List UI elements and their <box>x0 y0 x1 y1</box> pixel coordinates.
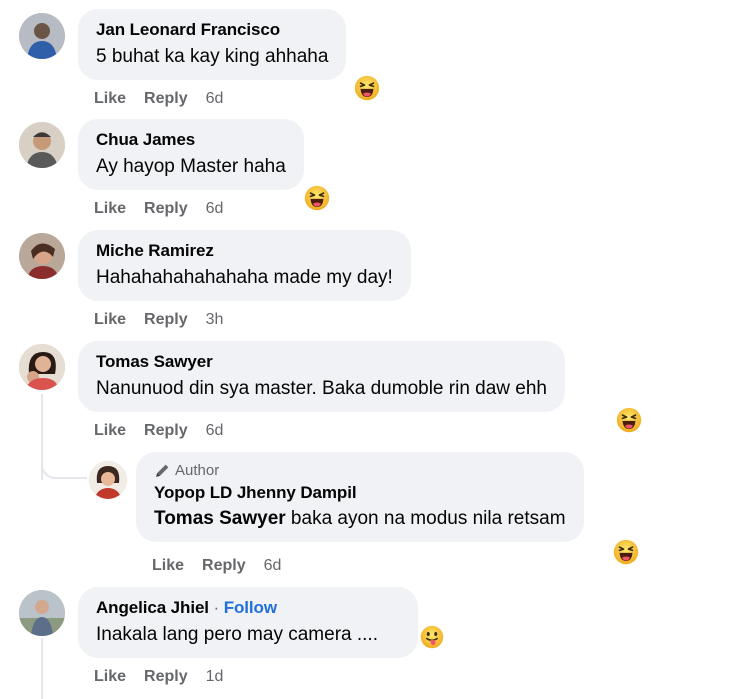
avatar[interactable] <box>19 344 65 390</box>
avatar[interactable] <box>89 461 127 499</box>
thread-line <box>41 638 43 699</box>
reply-link[interactable]: Reply <box>144 90 188 108</box>
timestamp[interactable]: 1d <box>206 668 224 686</box>
commenter-name[interactable]: Miche Ramirez <box>96 241 393 261</box>
timestamp[interactable]: 3h <box>206 311 224 329</box>
reply-link[interactable]: Reply <box>144 311 188 329</box>
like-link[interactable]: Like <box>94 311 126 329</box>
avatar[interactable] <box>19 122 65 168</box>
comment-actions: Like Reply 6d <box>94 200 223 218</box>
like-link[interactable]: Like <box>94 668 126 686</box>
comment-text: 5 buhat ka kay king ahhaha <box>96 46 329 67</box>
mention-link[interactable]: Tomas Sawyer <box>154 508 286 529</box>
comment-actions: Like Reply 6d <box>152 557 281 575</box>
avatar[interactable] <box>19 233 65 279</box>
comment-actions: Like Reply 1d <box>94 668 223 686</box>
commenter-name[interactable]: Jan Leonard Francisco <box>96 20 328 40</box>
comment-actions: Like Reply 6d <box>94 90 223 108</box>
like-link[interactable]: Like <box>94 90 126 108</box>
comment-text: Ay hayop Master haha <box>96 156 286 177</box>
reply-link[interactable]: Reply <box>144 200 188 218</box>
comment-bubble: Chua James Ay hayop Master haha <box>78 119 304 190</box>
comment-bubble: Miche Ramirez Hahahahahahahaha made my d… <box>78 230 411 301</box>
pencil-icon <box>154 462 171 479</box>
commenter-name[interactable]: Yopop LD Jhenny Dampil <box>154 483 566 503</box>
commenter-name[interactable]: Chua James <box>96 130 286 150</box>
timestamp[interactable]: 6d <box>264 557 282 575</box>
comment-text: Nanunuod din sya master. Baka dumoble ri… <box>96 378 547 399</box>
reply-link[interactable]: Reply <box>202 557 246 575</box>
timestamp[interactable]: 6d <box>206 200 224 218</box>
like-link[interactable]: Like <box>152 557 184 575</box>
author-badge: Author <box>154 462 566 479</box>
haha-emoji[interactable] <box>352 73 382 103</box>
comment-text: Inakala lang pero may camera .... <box>96 624 378 645</box>
comment-bubble: Jan Leonard Francisco 5 buhat ka kay kin… <box>78 9 347 80</box>
comment-bubble: Angelica Jhiel · Follow Inakala lang per… <box>78 587 418 658</box>
comment-bubble: Tomas Sawyer Nanunuod din sya master. Ba… <box>78 341 565 412</box>
author-label: Author <box>175 462 220 479</box>
comment-bubble: Author Yopop LD Jhenny Dampil Tomas Sawy… <box>136 452 584 542</box>
haha-emoji[interactable] <box>611 537 641 567</box>
timestamp[interactable]: 6d <box>206 422 224 440</box>
like-link[interactable]: Like <box>94 422 126 440</box>
reply-link[interactable]: Reply <box>144 668 188 686</box>
commenter-name[interactable]: Tomas Sawyer <box>96 352 547 372</box>
avatar[interactable] <box>19 590 65 636</box>
commenter-name-row: Angelica Jhiel · Follow <box>96 598 378 618</box>
haha-emoji[interactable] <box>302 183 332 213</box>
like-link[interactable]: Like <box>94 200 126 218</box>
comment-text: Tomas Sawyer baka ayon na modus nila ret… <box>154 508 566 530</box>
follow-link[interactable]: Follow <box>224 598 277 617</box>
comment-text-body: baka ayon na modus nila retsam <box>285 508 566 529</box>
comment-text: Hahahahahahahaha made my day! <box>96 267 393 288</box>
comment-actions: Like Reply 6d <box>94 422 223 440</box>
tongue-emoji[interactable] <box>418 623 446 651</box>
separator: · <box>208 598 224 617</box>
haha-emoji[interactable] <box>614 405 644 435</box>
comment-actions: Like Reply 3h <box>94 311 223 329</box>
reply-link[interactable]: Reply <box>144 422 188 440</box>
timestamp[interactable]: 6d <box>206 90 224 108</box>
thread-connector <box>41 445 87 479</box>
avatar[interactable] <box>19 13 65 59</box>
commenter-name[interactable]: Angelica Jhiel <box>96 598 209 617</box>
